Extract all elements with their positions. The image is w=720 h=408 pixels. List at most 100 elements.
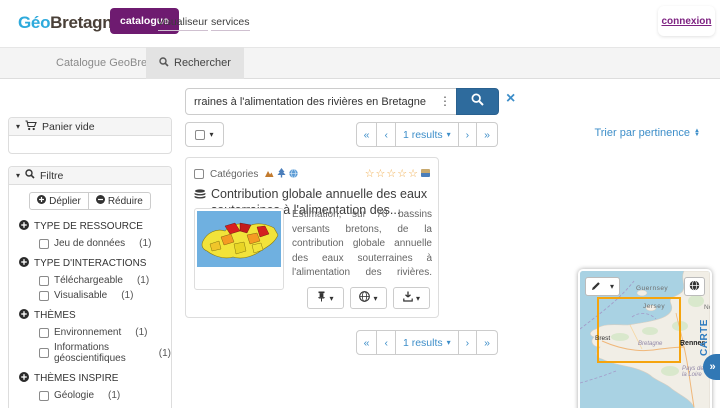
search-button[interactable] bbox=[456, 88, 499, 115]
result-thumbnail[interactable] bbox=[194, 208, 284, 290]
select-all-dropdown[interactable]: ▾ bbox=[185, 122, 224, 147]
pin-to-map-button[interactable]: ▾ bbox=[307, 287, 344, 309]
facet-item[interactable]: Informations géoscientifiques(1) bbox=[9, 340, 171, 366]
facet-checkbox[interactable] bbox=[39, 348, 49, 358]
pagination-prev-button[interactable]: ‹ bbox=[377, 330, 396, 355]
sort-label: Trier par pertinence bbox=[594, 127, 690, 139]
chevron-down-icon: ▾ bbox=[447, 338, 451, 347]
chevron-down-icon: ▾ bbox=[329, 294, 333, 303]
search-input[interactable] bbox=[185, 88, 435, 115]
view-on-map-button[interactable]: ▾ bbox=[350, 287, 387, 309]
pagination-results-dropdown[interactable]: 1 results▾ bbox=[396, 122, 459, 147]
pagination-bottom: « ‹ 1 results▾ › » bbox=[356, 330, 498, 355]
tab-rechercher[interactable]: Rechercher bbox=[146, 47, 244, 79]
sort-icon: ▲▼ bbox=[694, 129, 700, 137]
category-risk-icon bbox=[264, 165, 274, 183]
chevron-down-icon: ▾ bbox=[610, 282, 614, 291]
chevron-down-icon: ▾ bbox=[447, 130, 451, 139]
facet-item[interactable]: Téléchargeable(1) bbox=[9, 273, 171, 288]
minus-circle-icon bbox=[96, 195, 105, 207]
pagination-results-dropdown[interactable]: 1 results▾ bbox=[396, 330, 459, 355]
chevron-right-icon: » bbox=[709, 361, 715, 373]
facet-themes: THÈMES Environnement(1) Informations géo… bbox=[9, 305, 171, 366]
basket-panel: ▾ Panier vide bbox=[8, 117, 172, 154]
chevron-down-icon: ▾ bbox=[16, 122, 20, 131]
tab-rechercher-label: Rechercher bbox=[174, 57, 231, 69]
filter-panel-header[interactable]: ▾ Filtre bbox=[9, 167, 171, 185]
facet-title[interactable]: THÈMES bbox=[9, 305, 171, 325]
pagination-last-button[interactable]: » bbox=[477, 330, 498, 355]
basket-panel-title: Panier vide bbox=[42, 121, 95, 133]
nav-tab-services[interactable]: services bbox=[211, 16, 250, 31]
thumbnail-map-image bbox=[197, 211, 281, 267]
globe-icon bbox=[359, 289, 370, 307]
result-abstract: Estimation, sur 70 bassins versants bret… bbox=[292, 208, 432, 282]
facet-item[interactable]: Visualisable(1) bbox=[9, 288, 171, 303]
chevron-down-icon: ▾ bbox=[209, 130, 213, 139]
facet-themes-inspire: THÈMES INSPIRE Géologie(1) bbox=[9, 368, 171, 403]
plus-circle-icon bbox=[19, 309, 29, 322]
category-tree-icon bbox=[277, 165, 286, 183]
facet-checkbox[interactable] bbox=[39, 276, 49, 286]
sort-by-relevance-link[interactable]: Trier par pertinence ▲▼ bbox=[594, 127, 700, 139]
pagination-next-button[interactable]: › bbox=[459, 330, 478, 355]
draw-options-dropdown[interactable]: ▾ bbox=[605, 277, 620, 296]
pagination-top: « ‹ 1 results▾ › » bbox=[356, 122, 498, 147]
facet-checkbox[interactable] bbox=[39, 291, 49, 301]
facet-item[interactable]: Environnement(1) bbox=[9, 325, 171, 340]
search-options-button[interactable]: ⋮ bbox=[434, 88, 457, 115]
facet-checkbox[interactable] bbox=[39, 239, 49, 249]
result-checkbox[interactable] bbox=[194, 169, 204, 179]
catalog-source-logo bbox=[421, 169, 430, 177]
basket-panel-header[interactable]: ▾ Panier vide bbox=[9, 118, 171, 136]
result-card: Catégories ☆☆☆☆☆ Contribution globale an… bbox=[185, 157, 439, 318]
app-header: GéoBretagne® catalogue visualiseur servi… bbox=[0, 0, 720, 47]
filter-panel-title: Filtre bbox=[40, 170, 63, 182]
filter-panel: ▾ Filtre Déplier Réduire TYPE DE RESSOUR… bbox=[8, 166, 172, 408]
clear-search-button[interactable]: × bbox=[506, 91, 515, 107]
select-all-checkbox[interactable] bbox=[195, 130, 205, 140]
facet-type-de-ressource: TYPE DE RESSOURCE Jeu de données(1) bbox=[9, 216, 171, 251]
mini-map[interactable]: Guernsey Jersey Nor Brest Bretagne Renne… bbox=[578, 269, 712, 408]
pagination-first-button[interactable]: « bbox=[356, 330, 378, 355]
filter-search-icon bbox=[25, 169, 35, 182]
plus-circle-icon bbox=[19, 257, 29, 270]
draw-extent-button[interactable] bbox=[585, 277, 606, 296]
chevron-down-icon: ▾ bbox=[373, 294, 377, 303]
search-icon bbox=[471, 93, 484, 111]
category-globe-icon bbox=[289, 165, 298, 183]
pagination-prev-button[interactable]: ‹ bbox=[377, 122, 396, 147]
connexion-box: connexion bbox=[658, 6, 715, 36]
map-zoom-world-button[interactable] bbox=[684, 277, 705, 296]
expand-all-button[interactable]: Déplier bbox=[29, 192, 89, 210]
logo-part-geo: Géo bbox=[18, 13, 50, 32]
nav-tab-visualiseur[interactable]: visualiseur bbox=[158, 16, 208, 31]
map-panel-tab-label[interactable]: CARTE bbox=[699, 326, 713, 356]
facet-checkbox[interactable] bbox=[39, 391, 49, 401]
connexion-link[interactable]: connexion bbox=[661, 16, 711, 27]
cart-icon bbox=[25, 120, 37, 134]
download-icon bbox=[403, 289, 413, 307]
pin-icon bbox=[317, 289, 326, 307]
facet-type-d-interactions: TYPE D'INTERACTIONS Téléchargeable(1) Vi… bbox=[9, 253, 171, 303]
rating-stars[interactable]: ☆☆☆☆☆ bbox=[365, 169, 419, 180]
search-extent-rectangle bbox=[597, 297, 681, 363]
facet-title[interactable]: THÈMES INSPIRE bbox=[9, 368, 171, 388]
globe-icon bbox=[689, 278, 700, 296]
kebab-icon: ⋮ bbox=[439, 94, 451, 108]
result-actions: ▾ ▾ ▾ bbox=[307, 287, 430, 309]
plus-circle-icon bbox=[37, 195, 46, 207]
pagination-last-button[interactable]: » bbox=[477, 122, 498, 147]
chevron-down-icon: ▾ bbox=[416, 294, 420, 303]
facet-checkbox[interactable] bbox=[39, 328, 49, 338]
categories-label: Catégories bbox=[210, 169, 258, 180]
facet-item[interactable]: Géologie(1) bbox=[9, 388, 171, 403]
pagination-first-button[interactable]: « bbox=[356, 122, 378, 147]
facet-item[interactable]: Jeu de données(1) bbox=[9, 236, 171, 251]
pagination-next-button[interactable]: › bbox=[459, 122, 478, 147]
collapse-all-button[interactable]: Réduire bbox=[89, 192, 151, 210]
facet-title[interactable]: TYPE D'INTERACTIONS bbox=[9, 253, 171, 273]
close-icon: × bbox=[506, 90, 515, 107]
facet-title[interactable]: TYPE DE RESSOURCE bbox=[9, 216, 171, 236]
download-button[interactable]: ▾ bbox=[393, 287, 430, 309]
